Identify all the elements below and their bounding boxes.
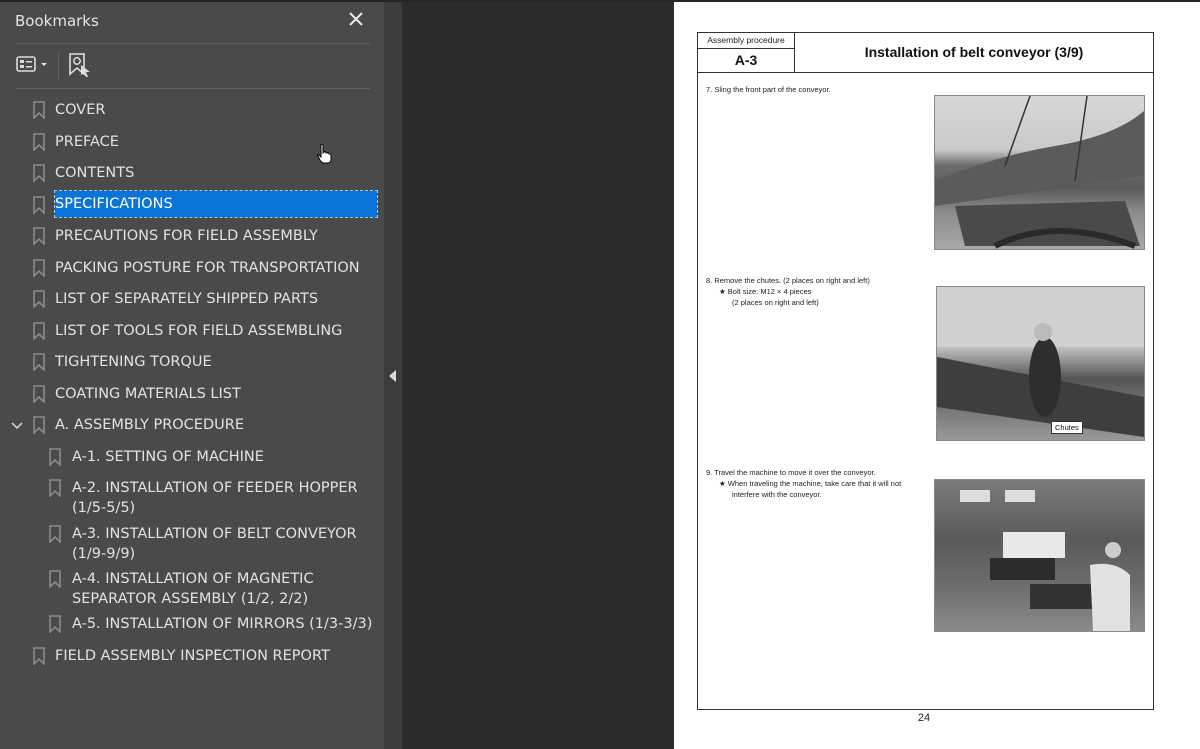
bookmark-item-tools[interactable]: LIST OF TOOLS FOR FIELD ASSEMBLING <box>0 319 384 345</box>
bookmark-label: COVER <box>55 102 106 118</box>
bookmark-icon <box>33 164 45 182</box>
bookmarks-panel: Bookmarks COVER PREFACE CONTENTS SPECIFI… <box>0 2 384 749</box>
bookmark-item-a1[interactable]: A-1. SETTING OF MACHINE <box>0 445 384 471</box>
bookmark-item-coating-materials[interactable]: COATING MATERIALS LIST <box>0 382 384 408</box>
bookmark-item-cover[interactable]: COVER <box>0 98 384 124</box>
bookmark-icon <box>49 615 61 633</box>
bookmark-label: LIST OF TOOLS FOR FIELD ASSEMBLING <box>55 323 343 339</box>
close-icon[interactable] <box>345 8 367 30</box>
step-text: 9. Travel the machine to move it over th… <box>706 468 876 477</box>
bookmark-icon <box>33 647 45 665</box>
header-code: A-3 <box>734 52 758 68</box>
find-current-bookmark-icon[interactable] <box>68 52 92 82</box>
bookmark-label: LIST OF SEPARATELY SHIPPED PARTS <box>55 291 319 307</box>
bookmark-icon <box>49 525 61 543</box>
bookmark-icon <box>33 290 45 308</box>
bookmark-icon <box>49 570 61 588</box>
bookmark-item-a4[interactable]: A-4. INSTALLATION OF MAGNETIC SEPARATOR … <box>0 567 384 609</box>
bookmark-icon <box>33 101 45 119</box>
bookmark-item-packing-posture[interactable]: PACKING POSTURE FOR TRANSPORTATION <box>0 256 384 282</box>
bookmark-icon <box>33 416 45 434</box>
chevron-down-icon[interactable] <box>10 419 24 433</box>
toolbar-divider <box>58 52 59 80</box>
bookmark-item-contents[interactable]: CONTENTS <box>0 161 384 187</box>
bookmark-icon <box>33 322 45 340</box>
chutes-callout: Chutes <box>1051 421 1083 434</box>
bookmark-icon <box>33 133 45 151</box>
step-note: (2 places on right and left) <box>732 298 819 307</box>
step-9: 9. Travel the machine to move it over th… <box>706 467 901 500</box>
step-text: 7. Sling the front part of the conveyor. <box>706 85 831 94</box>
bookmark-item-precautions[interactable]: PRECAUTIONS FOR FIELD ASSEMBLY <box>0 224 384 250</box>
header-code-box: Assembly procedure A-3 <box>698 33 795 73</box>
bookmark-label: PRECAUTIONS FOR FIELD ASSEMBLY <box>55 228 318 244</box>
bookmark-label: A-5. INSTALLATION OF MIRRORS (1/3-3/3) <box>72 616 373 632</box>
panel-splitter[interactable] <box>384 2 402 749</box>
step-text: 8. Remove the chutes. (2 places on right… <box>706 276 870 285</box>
bookmark-item-a3[interactable]: A-3. INSTALLATION OF BELT CONVEYOR (1/9-… <box>0 522 384 564</box>
photo-travel-machine <box>934 479 1145 632</box>
bookmark-label: TIGHTENING TORQUE <box>55 354 212 370</box>
step-8: 8. Remove the chutes. (2 places on right… <box>706 275 870 308</box>
pdf-page: Assembly procedure A-3 Installation of b… <box>674 2 1200 749</box>
bookmark-item-a5[interactable]: A-5. INSTALLATION OF MIRRORS (1/3-3/3) <box>0 612 384 638</box>
bookmark-item-a2[interactable]: A-2. INSTALLATION OF FEEDER HOPPER (1/5-… <box>0 476 384 518</box>
bookmark-label: A-2. INSTALLATION OF FEEDER HOPPER (1/5-… <box>72 480 358 516</box>
photo-sling-conveyor <box>934 95 1145 250</box>
bookmark-label: CONTENTS <box>55 165 135 181</box>
photo-remove-chutes: Chutes <box>936 286 1145 441</box>
bookmarks-title: Bookmarks <box>15 12 99 30</box>
bookmark-item-specifications[interactable]: SPECIFICATIONS <box>0 190 384 219</box>
bookmark-item-inspection-report[interactable]: FIELD ASSEMBLY INSPECTION REPORT <box>0 644 384 670</box>
bookmark-label: PACKING POSTURE FOR TRANSPORTATION <box>55 260 360 276</box>
bookmark-icon <box>33 196 45 214</box>
toolbar-divider-bottom <box>15 88 370 89</box>
collapse-panel-arrow-icon[interactable] <box>389 370 396 382</box>
bookmark-item-assembly-procedure[interactable]: A. ASSEMBLY PROCEDURE <box>0 413 384 439</box>
bookmark-item-shipped-parts[interactable]: LIST OF SEPARATELY SHIPPED PARTS <box>0 287 384 313</box>
page-frame: Assembly procedure A-3 Installation of b… <box>697 32 1154 710</box>
bookmark-label: A-4. INSTALLATION OF MAGNETIC SEPARATOR … <box>72 571 314 607</box>
bookmark-icon <box>33 353 45 371</box>
bookmark-item-tightening-torque[interactable]: TIGHTENING TORQUE <box>0 350 384 376</box>
hand-pointer-cursor-icon <box>317 144 332 164</box>
bookmark-icon <box>49 479 61 497</box>
bookmark-icon <box>33 227 45 245</box>
bookmark-label-selected: SPECIFICATIONS <box>54 190 378 218</box>
bookmark-icon <box>49 448 61 466</box>
bookmark-label: FIELD ASSEMBLY INSPECTION REPORT <box>55 648 330 664</box>
page-number: 24 <box>917 712 931 724</box>
page-title: Installation of belt conveyor (3/9) <box>795 33 1153 73</box>
bookmark-icon <box>33 385 45 403</box>
bookmark-label: A-1. SETTING OF MACHINE <box>72 449 264 465</box>
bookmark-label: A. ASSEMBLY PROCEDURE <box>55 417 244 433</box>
bookmark-options-button[interactable] <box>16 54 50 80</box>
bookmark-icon <box>33 259 45 277</box>
bookmark-label: COATING MATERIALS LIST <box>55 386 241 402</box>
step-note: ★ When traveling the machine, take care … <box>719 479 902 488</box>
header-divider <box>15 43 370 44</box>
step-7: 7. Sling the front part of the conveyor. <box>706 84 831 95</box>
header-label: Assembly procedure <box>698 33 794 49</box>
step-note: ★ Bolt size: M12 × 4 pieces <box>719 287 812 296</box>
bookmark-label: A-3. INSTALLATION OF BELT CONVEYOR (1/9-… <box>72 526 357 562</box>
step-note: interfere with the conveyor. <box>732 490 822 499</box>
